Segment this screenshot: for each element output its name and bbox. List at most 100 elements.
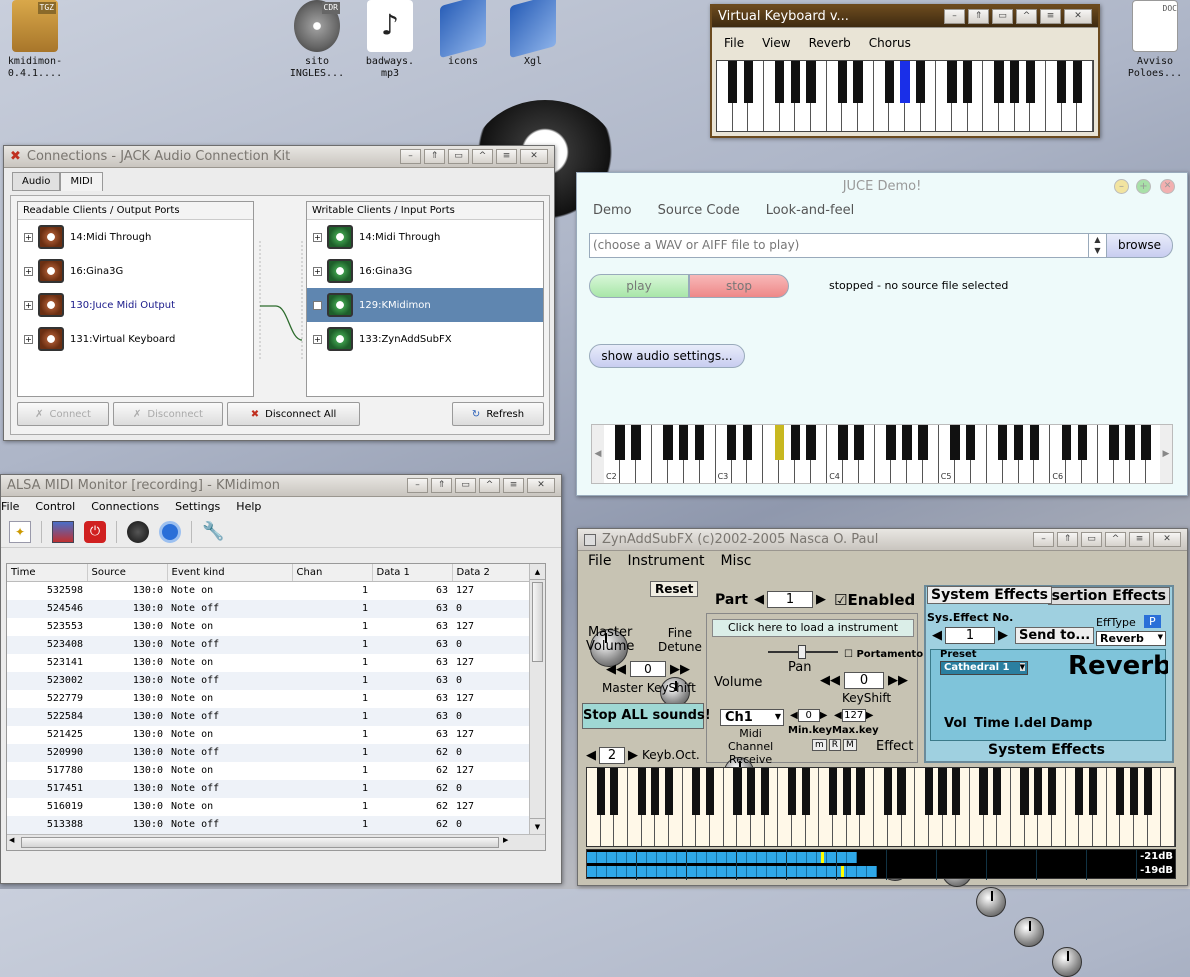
table-row[interactable]: 522779 130:0 Note on 1 63 127	[7, 689, 531, 708]
menu-instrument[interactable]: Instrument	[627, 553, 704, 569]
time-knob[interactable]	[976, 887, 1006, 917]
desktop-icon-badways[interactable]: ♪ badways. mp3	[355, 0, 425, 80]
black-key[interactable]	[1109, 425, 1119, 460]
writable-ports-list[interactable]: Writable Clients / Input Ports +14:Midi …	[306, 201, 544, 397]
black-key[interactable]	[727, 61, 738, 103]
max-key-spinner[interactable]: ◀ 127 ▶	[834, 709, 873, 722]
black-key[interactable]	[631, 425, 641, 460]
black-key[interactable]	[1075, 768, 1084, 815]
white-key[interactable]	[1161, 768, 1175, 846]
black-key[interactable]	[979, 768, 988, 815]
black-key[interactable]	[743, 61, 754, 103]
menu-misc[interactable]: Misc	[720, 553, 751, 569]
black-key[interactable]	[774, 425, 785, 460]
black-key[interactable]	[742, 425, 753, 460]
scroll-left-icon[interactable]: ◀	[9, 836, 14, 844]
expand-icon[interactable]: +	[24, 300, 33, 310]
expand-icon[interactable]: +	[313, 300, 322, 310]
stop-icon[interactable]	[159, 520, 181, 543]
black-key[interactable]	[651, 768, 660, 815]
pan-slider[interactable]	[768, 645, 838, 659]
close-icon[interactable]: ✕	[527, 478, 555, 493]
black-key[interactable]	[610, 768, 619, 815]
tab-system-effects[interactable]: System Effects	[927, 586, 1052, 604]
black-key[interactable]	[1061, 425, 1072, 460]
power-icon[interactable]: ⏻	[84, 520, 106, 543]
titlebar[interactable]: ZynAddSubFX (c)2002-2005 Nasca O. Paul –…	[578, 529, 1187, 551]
enabled-checkbox[interactable]: ☑Enabled	[834, 591, 915, 609]
port-item[interactable]: +14:Midi Through	[18, 220, 253, 254]
idel-knob[interactable]	[1014, 917, 1044, 947]
black-key[interactable]	[746, 768, 756, 815]
black-key[interactable]	[997, 425, 1008, 460]
table-row[interactable]: 523408 130:0 Note off 1 63 0	[7, 635, 531, 654]
black-key[interactable]	[994, 61, 1004, 103]
black-key[interactable]	[918, 425, 928, 460]
black-key[interactable]	[1129, 768, 1139, 815]
close-icon[interactable]: ✕	[1064, 9, 1092, 24]
black-key[interactable]	[853, 61, 863, 103]
spinner-value[interactable]: 127	[841, 709, 866, 722]
minimize-icon[interactable]: –	[1114, 179, 1129, 194]
table-row[interactable]: 517780 130:0 Note on 1 62 127	[7, 761, 531, 780]
scrollbar-thumb[interactable]	[21, 837, 499, 848]
new-file-icon[interactable]: ✦	[9, 520, 31, 543]
desktop-icon-xgl[interactable]: Xgl	[498, 0, 568, 68]
slider-thumb[interactable]	[798, 645, 806, 659]
restore-icon[interactable]: ▭	[448, 149, 469, 164]
minimize-icon[interactable]: –	[944, 9, 965, 24]
menu-file[interactable]: File	[724, 36, 744, 50]
menu-settings[interactable]: Settings	[175, 500, 220, 513]
menu-file[interactable]: File	[588, 553, 611, 569]
black-key[interactable]	[774, 61, 785, 103]
table-row[interactable]: 532598 130:0 Note on 1 63 127	[7, 581, 531, 600]
port-item[interactable]: +14:Midi Through	[307, 220, 543, 254]
sys-effect-spinner[interactable]: ◀ 1 ▶	[932, 627, 1008, 644]
minimize-icon[interactable]: –	[407, 478, 428, 493]
port-item[interactable]: +133:ZynAddSubFX	[307, 322, 543, 356]
black-key[interactable]	[854, 425, 864, 460]
send-to-button[interactable]: Send to...	[1015, 627, 1095, 644]
table-row[interactable]: 523002 130:0 Note off 1 63 0	[7, 671, 531, 690]
black-key[interactable]	[1020, 768, 1029, 815]
port-item[interactable]: +16:Gina3G	[307, 254, 543, 288]
black-key[interactable]	[694, 425, 705, 460]
black-key[interactable]	[1025, 61, 1036, 103]
expand-icon[interactable]: +	[24, 232, 33, 242]
black-key[interactable]	[900, 61, 910, 103]
black-key[interactable]	[962, 61, 973, 103]
key-M-button[interactable]: M	[843, 739, 857, 751]
shade-icon[interactable]: ⇑	[431, 478, 452, 493]
port-item[interactable]: +131:Virtual Keyboard	[18, 322, 253, 356]
reset-button[interactable]: Reset	[650, 581, 699, 597]
black-key[interactable]	[902, 425, 912, 460]
black-key[interactable]	[1009, 61, 1020, 103]
spinner-value[interactable]: 0	[630, 661, 666, 677]
scroll-down-icon[interactable]: ▼	[530, 818, 545, 834]
expand-icon[interactable]: +	[24, 266, 33, 276]
black-key[interactable]	[993, 768, 1002, 815]
expand-icon[interactable]: +	[24, 334, 33, 344]
spinner-value[interactable]: 1	[767, 591, 813, 608]
restore-icon[interactable]: ▭	[455, 478, 476, 493]
juce-keyboard[interactable]: ◀ C2 C3 C4 C5 C6 ▶	[591, 424, 1173, 484]
spinner-value[interactable]: 2	[599, 747, 625, 764]
tab-midi[interactable]: MIDI	[60, 172, 103, 191]
black-key[interactable]	[949, 425, 960, 460]
scroll-right-icon[interactable]: ▶	[1160, 425, 1172, 483]
titlebar[interactable]: ✖ Connections - JACK Audio Connection Ki…	[4, 146, 554, 168]
show-audio-settings-button[interactable]: show audio settings...	[589, 344, 745, 368]
black-key[interactable]	[884, 61, 895, 103]
black-key[interactable]	[1029, 425, 1040, 460]
col-data1[interactable]: Data 1	[372, 564, 453, 582]
menu-file[interactable]: File	[1, 500, 19, 513]
black-key[interactable]	[692, 768, 701, 815]
col-source[interactable]: Source	[87, 564, 168, 582]
black-key[interactable]	[1088, 768, 1098, 815]
preset-p-button[interactable]: P	[1144, 615, 1161, 628]
disconnect-button[interactable]: ✗ Disconnect	[113, 402, 223, 426]
maximize-icon[interactable]: ^	[472, 149, 493, 164]
black-key[interactable]	[806, 425, 817, 460]
menu-chorus[interactable]: Chorus	[869, 36, 911, 50]
black-key[interactable]	[842, 768, 851, 815]
